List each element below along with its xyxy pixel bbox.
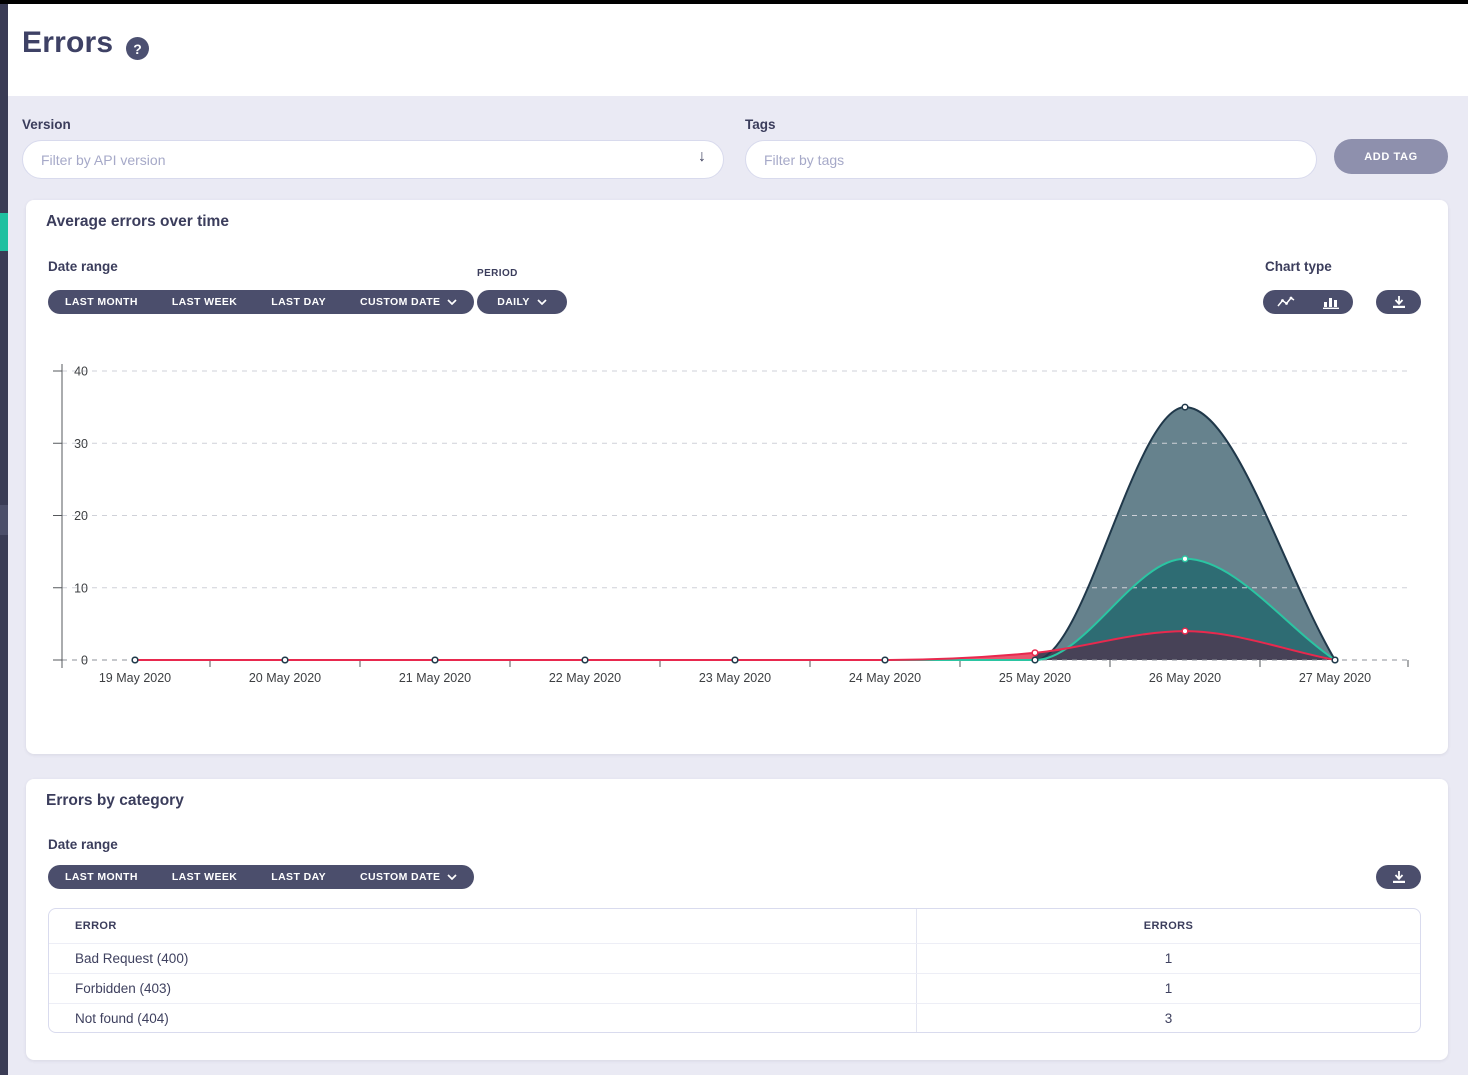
error-column-header: ERROR bbox=[49, 909, 916, 943]
table-row[interactable]: Not found (404)3 bbox=[49, 1003, 1420, 1033]
svg-text:19 May 2020: 19 May 2020 bbox=[99, 671, 171, 685]
svg-text:24 May 2020: 24 May 2020 bbox=[849, 671, 921, 685]
collapsed-sidebar[interactable] bbox=[0, 4, 8, 1075]
point-errors-red bbox=[1182, 628, 1188, 634]
svg-text:10: 10 bbox=[74, 581, 88, 595]
date-range-custom-date-button[interactable]: CUSTOM DATE bbox=[343, 865, 474, 889]
line-chart-type-button[interactable] bbox=[1263, 290, 1309, 314]
errors-count-cell: 1 bbox=[916, 944, 1420, 973]
table-body: Bad Request (400)1Forbidden (403)1Not fo… bbox=[49, 943, 1420, 1033]
download-icon bbox=[1392, 870, 1406, 884]
date-range-label: Date range bbox=[48, 259, 118, 274]
chevron-down-icon bbox=[447, 299, 457, 305]
help-icon[interactable]: ? bbox=[126, 37, 149, 60]
table-header-row: ERROR ERRORS bbox=[49, 909, 1420, 943]
errors-count-cell: 1 bbox=[916, 974, 1420, 1003]
bar-chart-icon bbox=[1323, 295, 1339, 309]
chevron-down-icon bbox=[537, 299, 547, 305]
dropdown-arrow-icon[interactable]: ↓ bbox=[698, 148, 706, 166]
errors-count-cell: 3 bbox=[916, 1004, 1420, 1033]
add-tag-button[interactable]: ADD TAG bbox=[1334, 139, 1448, 174]
table-row[interactable]: Forbidden (403)1 bbox=[49, 973, 1420, 1003]
tags-label: Tags bbox=[745, 117, 776, 132]
point-errors-dark bbox=[882, 657, 888, 663]
chevron-down-icon bbox=[447, 874, 457, 880]
tags-field bbox=[745, 140, 1317, 179]
category-card-title: Errors by category bbox=[46, 792, 184, 810]
svg-text:25 May 2020: 25 May 2020 bbox=[999, 671, 1071, 685]
download-table-button[interactable] bbox=[1376, 865, 1421, 889]
svg-text:20: 20 bbox=[74, 509, 88, 523]
errors-page: Errors ? Version ↓ Tags ADD TAG Average … bbox=[0, 0, 1468, 1075]
line-chart-icon bbox=[1277, 295, 1295, 309]
period-value: DAILY bbox=[497, 296, 530, 308]
tags-input[interactable] bbox=[745, 140, 1317, 179]
point-errors-dark bbox=[1182, 404, 1188, 410]
point-errors-dark bbox=[582, 657, 588, 663]
date-range-last-week-button[interactable]: LAST WEEK bbox=[155, 865, 254, 889]
bar-chart-type-button[interactable] bbox=[1309, 290, 1353, 314]
average-errors-card: Average errors over time Date range LAST… bbox=[26, 200, 1448, 754]
date-range-last-month-button[interactable]: LAST MONTH bbox=[48, 865, 155, 889]
date-range-last-day-button[interactable]: LAST DAY bbox=[254, 865, 343, 889]
chart-type-label: Chart type bbox=[1265, 259, 1332, 274]
date-range-label: Date range bbox=[48, 837, 118, 852]
date-range-custom-date-button[interactable]: CUSTOM DATE bbox=[343, 290, 474, 314]
page-title: Errors bbox=[22, 26, 113, 60]
point-errors-teal bbox=[1182, 556, 1188, 562]
svg-text:21 May 2020: 21 May 2020 bbox=[399, 671, 471, 685]
date-range-last-month-button[interactable]: LAST MONTH bbox=[48, 290, 155, 314]
errors-by-category-card: Errors by category Date range LAST MONTH… bbox=[26, 779, 1448, 1060]
download-icon bbox=[1392, 295, 1406, 309]
point-errors-dark bbox=[432, 657, 438, 663]
page-header: Errors ? bbox=[8, 4, 1468, 96]
point-errors-dark bbox=[1032, 657, 1038, 663]
error-cell: Forbidden (403) bbox=[49, 974, 916, 1003]
date-range-last-week-button[interactable]: LAST WEEK bbox=[155, 290, 254, 314]
point-errors-dark bbox=[1332, 657, 1338, 663]
period-label: PERIOD bbox=[477, 268, 518, 279]
period-dropdown[interactable]: DAILY bbox=[477, 290, 567, 314]
errors-by-category-table: ERROR ERRORS Bad Request (400)1Forbidden… bbox=[48, 908, 1421, 1033]
svg-text:20 May 2020: 20 May 2020 bbox=[249, 671, 321, 685]
svg-text:26 May 2020: 26 May 2020 bbox=[1149, 671, 1221, 685]
date-range-button-group: LAST MONTHLAST WEEKLAST DAYCUSTOM DATE bbox=[48, 865, 474, 889]
sidebar-item-indicator bbox=[0, 505, 8, 535]
version-input[interactable] bbox=[22, 140, 724, 179]
svg-text:40: 40 bbox=[74, 365, 88, 379]
point-errors-dark bbox=[282, 657, 288, 663]
errors-column-header: ERRORS bbox=[916, 909, 1420, 943]
svg-text:0: 0 bbox=[81, 654, 88, 668]
version-select: ↓ bbox=[22, 140, 724, 179]
svg-text:22 May 2020: 22 May 2020 bbox=[549, 671, 621, 685]
version-label: Version bbox=[22, 117, 71, 132]
point-errors-red bbox=[1032, 650, 1038, 656]
point-errors-dark bbox=[732, 657, 738, 663]
table-row[interactable]: Bad Request (400)1 bbox=[49, 943, 1420, 973]
download-chart-button[interactable] bbox=[1376, 290, 1421, 314]
sidebar-active-indicator bbox=[0, 213, 8, 251]
svg-text:30: 30 bbox=[74, 437, 88, 451]
date-range-button-group: LAST MONTHLAST WEEKLAST DAYCUSTOM DATE bbox=[48, 290, 474, 314]
chart-type-button-group bbox=[1263, 290, 1353, 314]
area-red-dark bbox=[135, 631, 1335, 660]
svg-text:27 May 2020: 27 May 2020 bbox=[1299, 671, 1371, 685]
errors-over-time-chart[interactable]: 0 10 20 30 40 19 May 2020 20 May 2020 21 May 20… bbox=[30, 355, 1430, 695]
chart-card-title: Average errors over time bbox=[46, 213, 229, 231]
svg-text:23 May 2020: 23 May 2020 bbox=[699, 671, 771, 685]
error-cell: Bad Request (400) bbox=[49, 944, 916, 973]
point-errors-dark bbox=[132, 657, 138, 663]
error-cell: Not found (404) bbox=[49, 1004, 916, 1033]
date-range-last-day-button[interactable]: LAST DAY bbox=[254, 290, 343, 314]
